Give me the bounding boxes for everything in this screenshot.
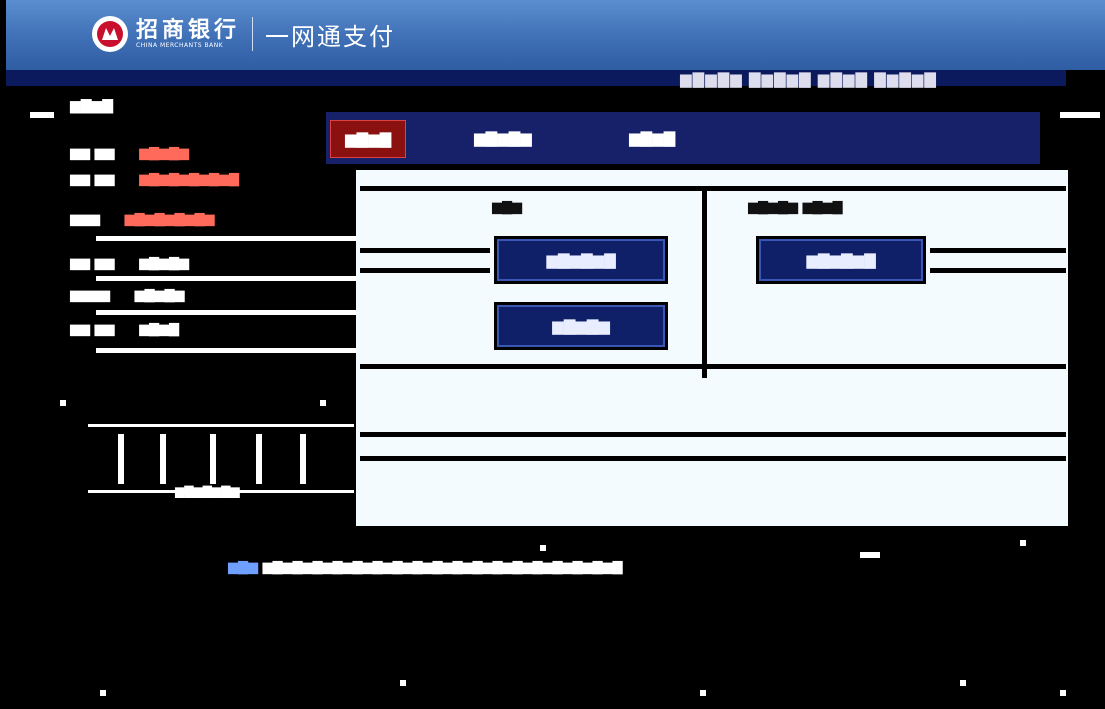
- grid-line: [930, 248, 1066, 253]
- noise-mark: [60, 400, 66, 406]
- order-label: ▆▆▆▆: [70, 288, 110, 303]
- noise-mark: [1060, 690, 1066, 696]
- grid-line: [360, 248, 490, 253]
- order-row: ▆▆▆ ▆▇▆▇▆▇▆▇▆: [70, 212, 215, 227]
- header-bar: 招商银行 CHINA MERCHANTS BANK 一网通支付: [6, 0, 1105, 70]
- option-label-right: ▆▇▆▇▆ ▆▇▆▇: [748, 200, 843, 215]
- cmb-logo-icon: [92, 16, 128, 52]
- footer-text: ▆▇▆▇▆▇▆▇▆▇▆▇▆▇▆▇▆▇▆▇▆▇▆▇▆▇▆▇▆▇▆▇▆▇▆▇: [262, 560, 623, 575]
- bank-name-en: CHINA MERCHANTS BANK: [136, 42, 224, 49]
- order-value: ▆▇▆▇: [139, 322, 180, 337]
- noise-mark: [320, 400, 326, 406]
- grid-line: [360, 456, 1066, 461]
- noise-mark: [960, 680, 966, 686]
- order-value: ▆▇▆▇▆: [134, 288, 185, 303]
- grid-line: [360, 186, 1066, 191]
- noise-mark: [540, 545, 546, 551]
- order-label: ▆▆▆: [70, 212, 100, 227]
- noise-mark: [1020, 540, 1026, 546]
- order-value: ▆▇▆▇▆: [139, 256, 190, 271]
- order-row: ▆▆ ▆▆ ▆▇▆▇▆▇▆▇▆▇: [70, 172, 239, 187]
- order-label: ▆▆ ▆▆: [70, 172, 115, 187]
- tab-other-pay[interactable]: ▆▇▆▇: [615, 120, 689, 156]
- order-row: ▆▆ ▆▆ ▆▇▆▇▆: [70, 256, 189, 271]
- bank-button-1[interactable]: ▆▇▆▇▆▇: [494, 236, 668, 284]
- grid-line: [360, 268, 490, 273]
- grid-line: [360, 432, 1066, 437]
- order-label: ▆▆ ▆▆: [70, 322, 115, 337]
- order-value: ▆▇▆▇▆: [139, 146, 190, 161]
- grid-line: [702, 186, 707, 378]
- card-caption: ▆▇▆▇▆▇▆: [175, 484, 240, 498]
- order-label: ▆▆ ▆▆: [70, 256, 115, 271]
- row-divider: [96, 310, 358, 315]
- grid-line: [930, 268, 1066, 273]
- row-divider: [96, 236, 358, 241]
- noise-mark: [860, 552, 880, 558]
- order-value: ▆▇▆▇▆▇▆▇▆▇: [139, 172, 240, 187]
- order-row: ▆▆ ▆▆ ▆▇▆▇▆: [70, 146, 189, 161]
- noise-mark: [30, 112, 54, 118]
- product-name: 一网通支付: [265, 22, 396, 51]
- logo-divider: [252, 17, 254, 51]
- row-divider: [96, 348, 358, 353]
- bank-button-3[interactable]: ▆▇▆▇▆: [494, 302, 668, 350]
- bank-name-block: 招商银行 CHINA MERCHANTS BANK: [136, 18, 240, 50]
- order-value: ▆▇▆▇▆▇▆▇▆: [124, 212, 215, 227]
- row-divider: [96, 276, 358, 281]
- bank-name-cn: 招商银行: [136, 17, 241, 43]
- footer-notice: ▆▇▆ ▆▇▆▇▆▇▆▇▆▇▆▇▆▇▆▇▆▇▆▇▆▇▆▇▆▇▆▇▆▇▆▇▆▇▆▇: [228, 560, 622, 575]
- grid-line: [360, 364, 1066, 369]
- order-row: ▆▆ ▆▆ ▆▇▆▇: [70, 322, 179, 337]
- option-label-left: ▆▇▆: [492, 200, 522, 215]
- order-title: ▆▇▆▇: [70, 98, 114, 114]
- tab-card-pay[interactable]: ▆▇▆▇: [330, 120, 407, 158]
- noise-mark: [400, 680, 406, 686]
- header-right-text: ▆▇▆▇▆ ▇▆▇▆▇ ▆▇▆▇ ▇▆▇▆▇: [680, 70, 937, 88]
- footer-highlight: ▆▇▆: [228, 560, 258, 575]
- bank-button-2[interactable]: ▆▇▆▇▆▇: [756, 236, 926, 284]
- noise-mark: [700, 690, 706, 696]
- order-label: ▆▆ ▆▆: [70, 146, 115, 161]
- payment-panel: [356, 170, 1068, 526]
- noise-mark: [100, 690, 106, 696]
- tab-quick-pay[interactable]: ▆▇▆▇▆: [460, 120, 546, 156]
- order-row: ▆▆▆▆ ▆▇▆▇▆: [70, 288, 185, 303]
- noise-mark: [1060, 112, 1100, 118]
- bank-logo: 招商银行 CHINA MERCHANTS BANK 一网通支付: [92, 16, 395, 52]
